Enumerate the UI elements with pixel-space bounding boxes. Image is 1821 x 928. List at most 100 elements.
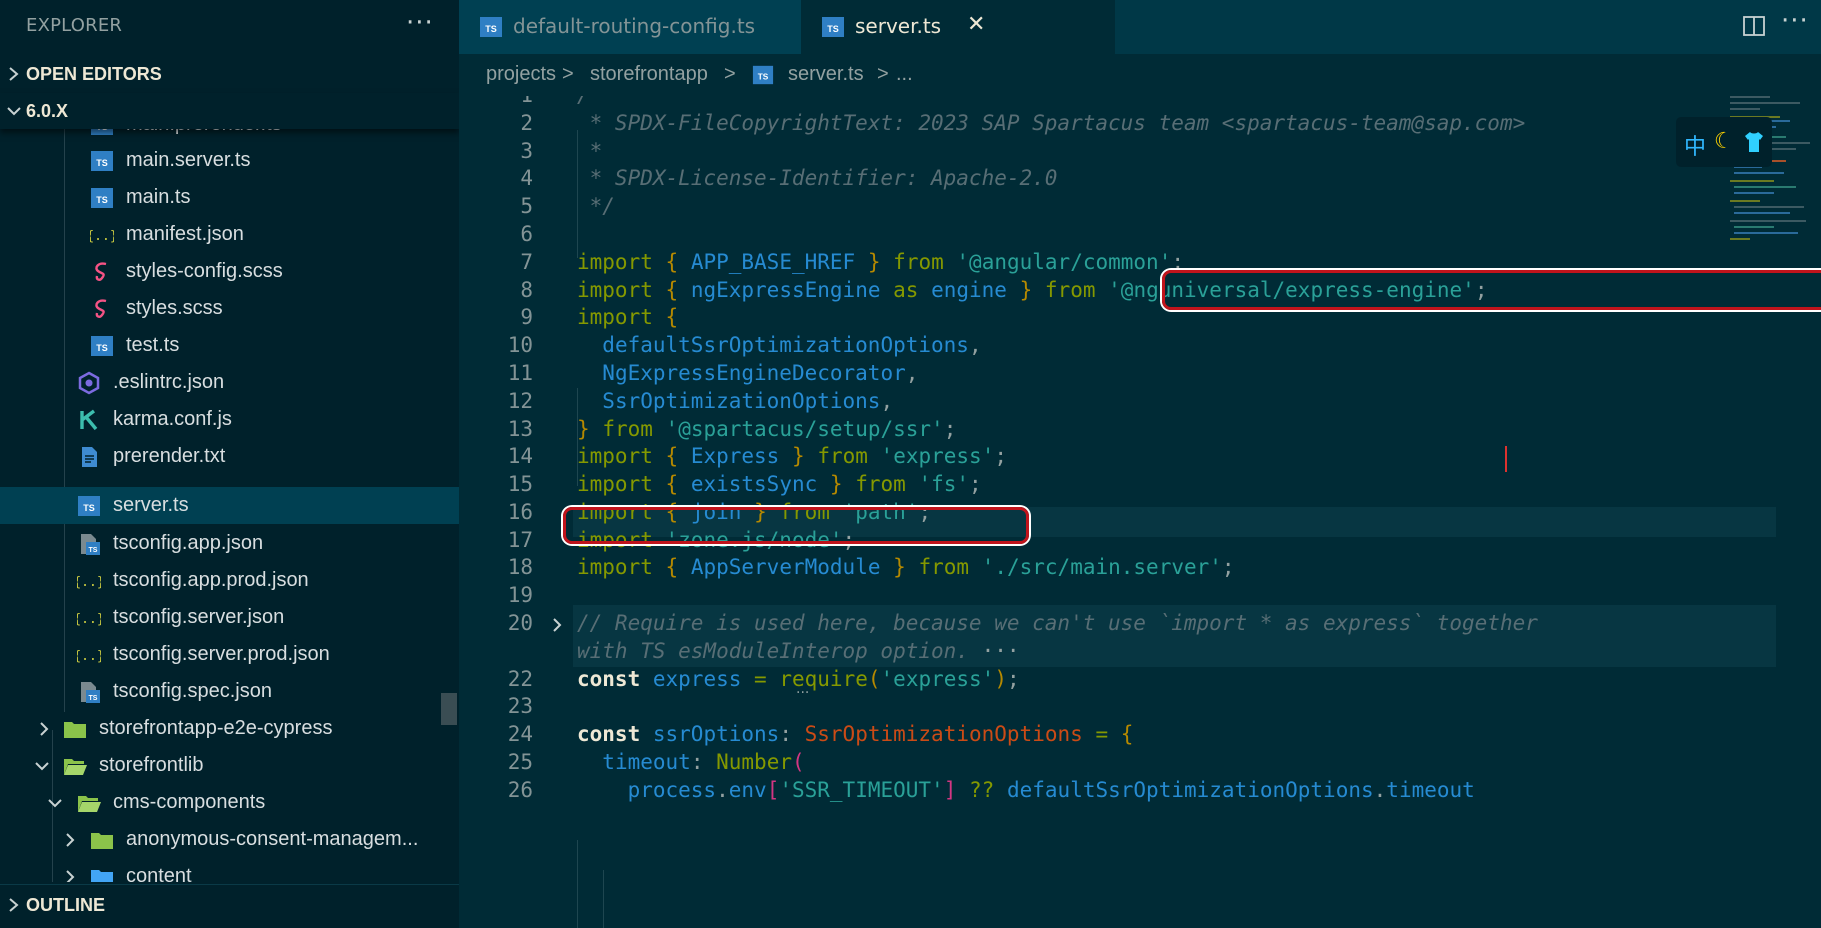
code-line: import { [577, 305, 679, 329]
explorer-title-bar: EXPLORER ··· [0, 0, 459, 52]
section-project[interactable]: 6.0.X [0, 93, 459, 129]
typescript-icon: TS [78, 496, 100, 516]
code-line: NgExpressEngineDecorator, [602, 361, 919, 385]
tree-item-prerender-txt[interactable]: prerender.txt [0, 438, 459, 475]
code-line: } from '@spartacus/setup/ssr'; [577, 417, 957, 441]
tree-item-tsconfig-app-prod[interactable]: {..} tsconfig.app.prod.json [0, 562, 459, 599]
moon-icon[interactable]: ☾ [1714, 129, 1734, 154]
svg-text:TS: TS [89, 547, 98, 554]
typescript-icon: TS [91, 188, 113, 208]
file-name: tsconfig.app.json [113, 532, 264, 554]
language-toggle[interactable]: 中 [1684, 129, 1706, 161]
sidebar-scrollbar[interactable] [441, 693, 457, 725]
tree-item-content[interactable]: content [0, 858, 459, 882]
more-actions-icon[interactable]: ··· [406, 8, 434, 38]
chevron-right-icon[interactable] [549, 614, 565, 636]
file-name: main.ts [126, 186, 191, 208]
text-caret [1505, 446, 1507, 472]
line-number: 11 [507, 361, 533, 385]
line-number: 4 [520, 166, 533, 190]
tree-item-storefrontlib[interactable]: storefrontlib [0, 747, 459, 784]
tree-item-tsconfig-server[interactable]: {..} tsconfig.server.json [0, 599, 459, 636]
sass-icon [95, 262, 107, 281]
tree-item-styles[interactable]: styles.scss [0, 290, 459, 327]
code-line: */ [577, 194, 615, 218]
line-number: 3 [520, 139, 533, 163]
file-name: tsconfig.spec.json [113, 680, 272, 702]
code-editor[interactable]: 1 2 3 4 5 6 7 8 9 10 11 12 13 14 15 16 1… [459, 96, 1821, 928]
tree-item-eslintrc[interactable]: .eslintrc.json [0, 364, 459, 401]
svg-text:TS: TS [83, 503, 95, 513]
highlight-box [563, 507, 1029, 544]
tree-item-karma[interactable]: karma.conf.js [0, 401, 459, 438]
code-line: import { APP_BASE_HREF } from '@angular/… [577, 250, 1184, 274]
tab-label: server.ts [855, 14, 942, 38]
tree-item-anonymous-consent[interactable]: anonymous-consent-managem... [0, 821, 459, 858]
folder-name: anonymous-consent-managem... [126, 828, 419, 850]
svg-text:TS: TS [758, 73, 769, 82]
file-name: tsconfig.app.prod.json [113, 569, 309, 591]
fold-dots: ··· [796, 685, 810, 701]
line-number: 6 [520, 222, 533, 246]
breadcrumb-item[interactable]: ... [896, 63, 913, 86]
explorer-title: EXPLORER [26, 15, 123, 36]
tree-item-test[interactable]: TS test.ts [0, 327, 459, 364]
code-line: /* [577, 96, 602, 107]
tree-item-tsconfig-server-prod[interactable]: {..} tsconfig.server.prod.json [0, 636, 459, 673]
svg-text:TS: TS [96, 195, 108, 205]
chevron-right-icon [66, 870, 75, 882]
file-name: tsconfig.server.prod.json [113, 643, 330, 665]
section-outline[interactable]: OUTLINE [0, 884, 459, 928]
tsconfig-icon: TS [81, 682, 100, 703]
code-line: with TS esModuleInterop option. ··· [577, 639, 1020, 663]
tree-item-tsconfig-spec[interactable]: TS tsconfig.spec.json [0, 673, 459, 710]
code-line: import { AppServerModule } from './src/m… [577, 555, 1235, 579]
tree-item-storefrontapp-e2e-cypress[interactable]: storefrontapp-e2e-cypress [0, 710, 459, 747]
code-token: * SPDX-FileCopyrightText: 2023 SAP Spart… [577, 111, 1526, 135]
line-number: 10 [507, 333, 533, 357]
folder-name: storefrontapp-e2e-cypress [99, 717, 333, 739]
more-actions-icon[interactable]: ··· [1781, 6, 1809, 36]
typescript-icon: TS [91, 151, 113, 171]
file-tree: TS main.prerender.ts TS main.server.ts T… [0, 112, 459, 882]
tree-item-main[interactable]: TS main.ts [0, 179, 459, 216]
line-number: 1 [459, 96, 533, 107]
line-number: 2 [520, 111, 533, 135]
sass-icon [95, 299, 107, 318]
svg-text:TS: TS [96, 343, 108, 353]
shirt-icon[interactable] [1742, 130, 1766, 154]
tree-item-styles-config[interactable]: styles-config.scss [0, 253, 459, 290]
tab-default-routing-config[interactable]: TS default-routing-config.ts [459, 0, 801, 54]
code-line: import { Express } from 'express'; [577, 444, 1007, 468]
tab-label: default-routing-config.ts [513, 14, 756, 38]
code-line: * SPDX-FileCopyrightText: 2023 SAP Spart… [577, 111, 1526, 135]
indent-guide [577, 840, 578, 928]
code-line: process.env['SSR_TIMEOUT'] ?? defaultSsr… [627, 778, 1475, 802]
tab-server[interactable]: TS server.ts ✕ [801, 0, 1115, 54]
code-line: const ssrOptions: SsrOptimizationOptions… [577, 722, 1134, 746]
tree-item-cms-components[interactable]: cms-components [0, 784, 459, 821]
close-icon[interactable]: ✕ [967, 12, 985, 37]
line-number: 12 [507, 389, 533, 413]
typescript-icon: TS [480, 17, 502, 37]
breadcrumb-item[interactable]: storefrontapp [590, 63, 708, 86]
tree-item-manifest[interactable]: {..} manifest.json [0, 216, 459, 253]
explorer-sidebar: EXPLORER ··· OPEN EDITORS TS main.preren… [0, 0, 459, 928]
file-name: main.server.ts [126, 149, 251, 171]
chevron-right-icon [9, 898, 19, 912]
svg-text:TS: TS [89, 695, 98, 702]
split-editor-icon[interactable] [1742, 14, 1766, 38]
code-line: defaultSsrOptimizationOptions, [602, 333, 982, 357]
tree-item-server-selected[interactable]: TS server.ts [0, 487, 459, 524]
breadcrumb-sep: > [562, 63, 574, 85]
tree-item-main-server[interactable]: TS main.server.ts [0, 142, 459, 179]
tree-item-tsconfig-app[interactable]: TS tsconfig.app.json [0, 525, 459, 562]
breadcrumb-item[interactable]: projects [486, 63, 556, 86]
line-number: 15 [507, 472, 533, 496]
section-open-editors[interactable]: OPEN EDITORS [0, 56, 459, 92]
line-number: 19 [507, 583, 533, 607]
breadcrumb-item[interactable]: server.ts [788, 63, 864, 86]
code-token: * [577, 139, 603, 163]
folder-name: content [126, 865, 192, 882]
code-line: SsrOptimizationOptions, [602, 389, 894, 413]
